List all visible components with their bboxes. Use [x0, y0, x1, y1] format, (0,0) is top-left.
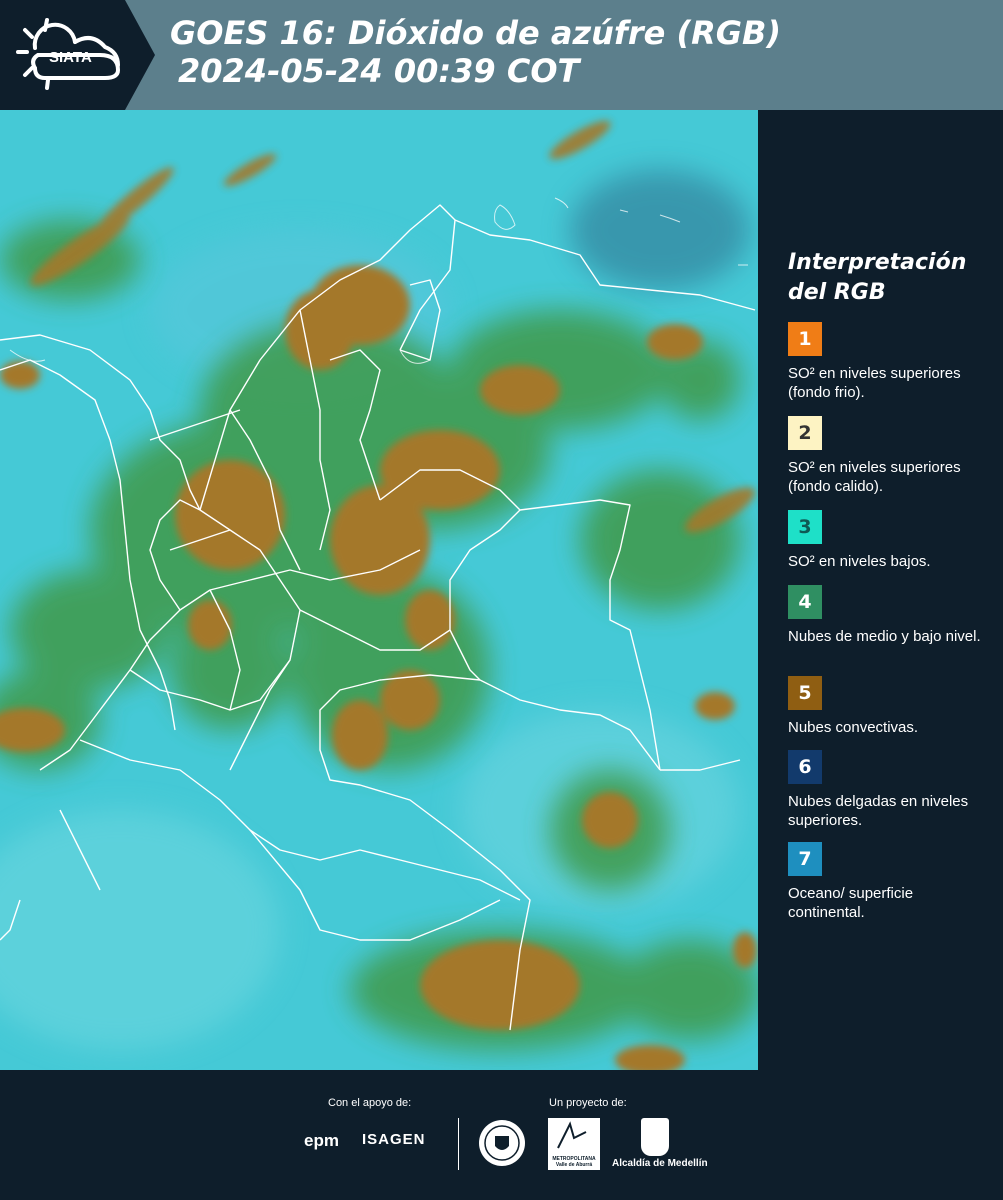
legend-label-7: Oceano/ superficie continental.	[788, 885, 914, 921]
area-logo-text: METROPOLITANA Valle de Aburrá	[552, 1156, 596, 1168]
alcaldia-shield-icon	[641, 1118, 669, 1156]
isagen-logo: ISAGEN	[362, 1131, 426, 1148]
legend-label-6: Nubes delgadas en niveles superiores.	[788, 793, 969, 829]
footer-divider	[458, 1118, 459, 1170]
legend-label-4: Nubes de medio y bajo nivel.	[788, 628, 981, 645]
page-title: GOES 16: Dióxido de azúfre (RGB) 2024-05…	[170, 14, 781, 90]
legend-item-7: 7 Oceano/ superficie continental.	[788, 842, 988, 922]
legend-item-1: 1 SO² en niveles superiores (fondo frio)…	[788, 322, 988, 402]
support-label: Con el apoyo de:	[328, 1097, 412, 1109]
legend-item-2: 2 SO² en niveles superiores (fondo calid…	[788, 416, 988, 496]
legend-item-4: 4 Nubes de medio y bajo nivel.	[788, 585, 988, 646]
legend-swatch-6: 6	[788, 750, 822, 784]
alcaldia-label: Alcaldía de Medellín	[612, 1158, 708, 1169]
svg-text:SIATA: SIATA	[49, 49, 92, 66]
footer: Con el apoyo de: Un proyecto de: epm ISA…	[0, 1070, 1003, 1200]
legend-label-5: Nubes convectivas.	[788, 719, 919, 736]
title-timestamp: 2024-05-24 00:39 COT	[178, 52, 580, 90]
legend-label-2: SO² en niveles superiores (fondo calido)…	[788, 459, 961, 495]
legend-item-6: 6 Nubes delgadas en niveles superiores.	[788, 750, 988, 830]
satellite-map	[0, 110, 758, 1070]
legend-item-3: 3 SO² en niveles bajos.	[788, 510, 988, 571]
siata-logo: SIATA	[0, 0, 155, 110]
legend-panel: Interpretación del RGB 1 SO² en niveles …	[760, 110, 1003, 1070]
title-product: GOES 16: Dióxido de azúfre (RGB)	[170, 14, 781, 52]
legend-swatch-3: 3	[788, 510, 822, 544]
legend-swatch-7: 7	[788, 842, 822, 876]
legend-swatch-2: 2	[788, 416, 822, 450]
legend-item-5: 5 Nubes convectivas.	[788, 676, 988, 737]
legend-label-1: SO² en niveles superiores (fondo frio).	[788, 365, 961, 401]
legend-swatch-1: 1	[788, 322, 822, 356]
satellite-image	[0, 110, 758, 1070]
project-label: Un proyecto de:	[549, 1097, 627, 1109]
header-bar: SIATA GOES 16: Dióxido de azúfre (RGB) 2…	[0, 0, 1003, 110]
legend-swatch-4: 4	[788, 585, 822, 619]
legend-label-3: SO² en niveles bajos.	[788, 553, 931, 570]
medellin-seal-icon	[477, 1118, 527, 1173]
legend-title: Interpretación del RGB	[788, 250, 967, 305]
epm-logo: epm	[304, 1131, 339, 1150]
legend-swatch-5: 5	[788, 676, 822, 710]
